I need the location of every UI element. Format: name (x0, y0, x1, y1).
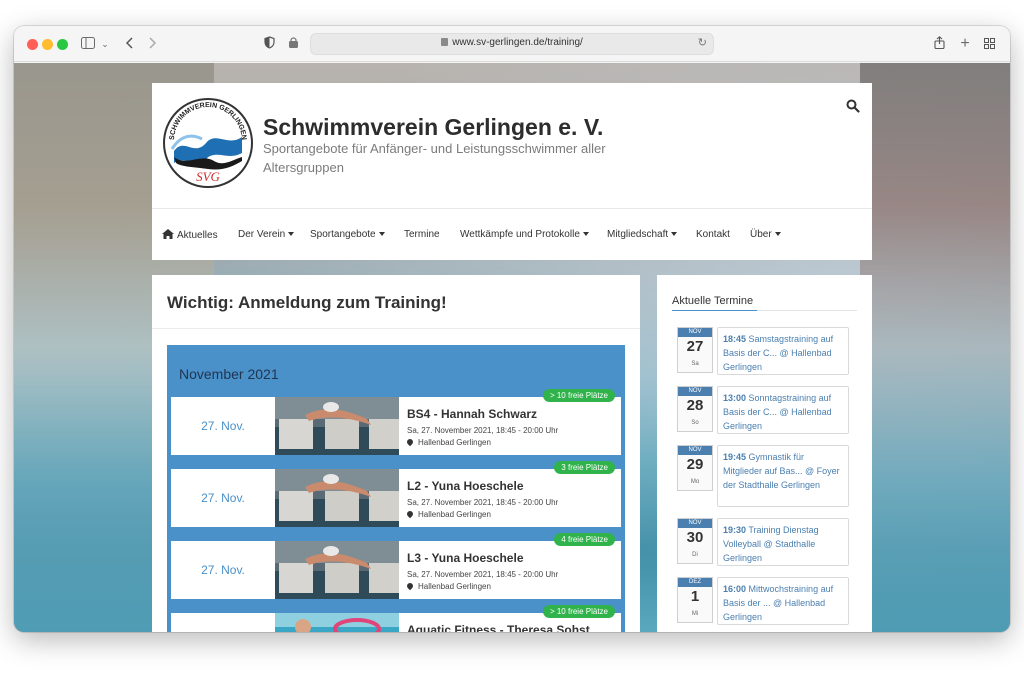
search-icon[interactable] (846, 99, 860, 113)
event-card[interactable]: Aquatic Fitness - Theresa Sohst > 10 fre… (171, 605, 621, 632)
forward-icon[interactable] (146, 34, 160, 54)
nav-item-mitgliedschaft[interactable]: Mitgliedschaft (607, 229, 678, 240)
date-badge: NOV 30 Di (677, 518, 713, 564)
caret-down-icon (378, 232, 385, 236)
event-link[interactable]: 19:45 Gymnastik für Mitglieder auf Bas..… (717, 445, 849, 507)
upcoming-event[interactable]: NOV 28 So 13:00 Sonntagstraining auf Bas… (677, 386, 857, 436)
event-link[interactable]: 18:45 Samstagstraining auf Basis der C..… (717, 327, 849, 375)
event-date: 27. Nov. (201, 419, 245, 433)
web-page: SVG SCHWIMMVEREIN GERLINGEN Schwimmverei… (14, 63, 1010, 632)
site-subtitle: Sportangebote für Anfänger- und Leistung… (263, 141, 606, 175)
upcoming-event[interactable]: NOV 30 Di 19:30 Training Dienstag Volley… (677, 518, 857, 568)
chevron-down-icon[interactable]: ⌄ (100, 34, 110, 54)
event-location: Hallenbad Gerlingen (405, 509, 491, 519)
caret-down-icon (582, 232, 589, 236)
nav-item-ueber[interactable]: Über (750, 229, 781, 240)
site-title[interactable]: Schwimmverein Gerlingen e. V. (263, 114, 603, 141)
address-bar[interactable]: www.sv-gerlingen.de/training/ ↻ (310, 33, 714, 55)
new-tab-icon[interactable]: + (958, 34, 972, 54)
upcoming-event[interactable]: NOV 27 Sa 18:45 Samstagstraining auf Bas… (677, 327, 857, 377)
sidebar-toggle-icon[interactable] (80, 34, 96, 54)
map-pin-icon (405, 509, 415, 519)
event-title[interactable]: L3 - Yuna Hoeschele (407, 551, 524, 565)
nav-item-aktuelles[interactable]: Aktuelles (162, 229, 218, 241)
logo-initials: SVG (196, 169, 220, 184)
event-image (275, 469, 399, 527)
lock-icon (441, 38, 449, 46)
nav-item-der-verein[interactable]: Der Verein (238, 229, 295, 240)
event-card[interactable]: 27. Nov. L2 - Yuna Hoeschele Sa, 27. Nov… (171, 461, 621, 527)
event-location: Hallenbad Gerlingen (405, 581, 491, 591)
event-time: Sa, 27. November 2021, 18:45 - 20:00 Uhr (407, 570, 559, 579)
map-pin-icon (405, 437, 415, 447)
club-logo[interactable]: SVG SCHWIMMVEREIN GERLINGEN (162, 97, 254, 189)
divider (757, 310, 857, 311)
free-spots-badge: 4 freie Plätze (554, 533, 615, 546)
page-title: Wichtig: Anmeldung zum Training! (167, 293, 447, 312)
event-title[interactable]: BS4 - Hannah Schwarz (407, 407, 537, 421)
event-date (171, 613, 275, 632)
close-window-button[interactable] (27, 39, 38, 50)
event-card[interactable]: 27. Nov. L3 - Yuna Hoeschele Sa, 27. Nov… (171, 533, 621, 599)
event-link[interactable]: 19:30 Training Dienstag Volleyball @ Sta… (717, 518, 849, 566)
nav-item-kontakt[interactable]: Kontakt (696, 229, 730, 240)
browser-toolbar: ⌄ www.sv-gerlingen.de/training/ ↻ + (14, 26, 1010, 62)
event-calendar: November 2021 27. Nov. BS4 - Hannah Schw… (167, 345, 625, 632)
event-image (275, 541, 399, 599)
main-content: Wichtig: Anmeldung zum Training! Novembe… (152, 275, 640, 632)
event-title[interactable]: Aquatic Fitness - Theresa Sohst (407, 623, 590, 632)
date-badge: NOV 28 So (677, 386, 713, 432)
browser-window: ⌄ www.sv-gerlingen.de/training/ ↻ + SVG … (14, 26, 1010, 632)
zoom-window-button[interactable] (57, 39, 68, 50)
date-badge: NOV 29 Mo (677, 445, 713, 491)
upcoming-event[interactable]: DEZ 1 Mi 16:00 Mittwochstraining auf Bas… (677, 577, 857, 627)
event-card[interactable]: 27. Nov. BS4 - Hannah Schwarz Sa, 27. No… (171, 389, 621, 455)
event-time: Sa, 27. November 2021, 18:45 - 20:00 Uhr (407, 426, 559, 435)
free-spots-badge: 3 freie Plätze (554, 461, 615, 474)
caret-down-icon (288, 232, 295, 236)
calendar-month: November 2021 (179, 366, 279, 382)
reload-icon[interactable]: ↻ (698, 36, 707, 49)
map-pin-icon (405, 581, 415, 591)
minimize-window-button[interactable] (42, 39, 53, 50)
event-link[interactable]: 16:00 Mittwochstraining auf Basis der ..… (717, 577, 849, 625)
nav-item-sportangebote[interactable]: Sportangebote (310, 229, 385, 240)
back-icon[interactable] (122, 34, 136, 54)
privacy-shield-icon[interactable] (262, 34, 276, 54)
event-image (275, 613, 399, 632)
sidebar: Aktuelle Termine NOV 27 Sa 18:45 Samstag… (657, 275, 872, 632)
nav-item-termine[interactable]: Termine (404, 229, 440, 240)
event-date: 27. Nov. (201, 563, 245, 577)
caret-down-icon (774, 232, 781, 236)
divider (672, 310, 757, 311)
event-image (275, 397, 399, 455)
event-location: Hallenbad Gerlingen (405, 437, 491, 447)
free-spots-badge: > 10 freie Plätze (542, 605, 615, 618)
tab-overview-icon[interactable] (982, 34, 996, 54)
date-badge: NOV 27 Sa (677, 327, 713, 373)
caret-down-icon (671, 232, 678, 236)
site-header: SVG SCHWIMMVEREIN GERLINGEN Schwimmverei… (152, 83, 872, 260)
sidebar-title: Aktuelle Termine (672, 295, 754, 307)
home-icon (162, 229, 174, 239)
free-spots-badge: > 10 freie Plätze (542, 389, 615, 402)
divider (152, 328, 640, 329)
event-title[interactable]: L2 - Yuna Hoeschele (407, 479, 524, 493)
main-navigation: Aktuelles Der Verein Sportangebote Termi… (152, 208, 872, 260)
date-badge: DEZ 1 Mi (677, 577, 713, 623)
upcoming-event[interactable]: NOV 29 Mo 19:45 Gymnastik für Mitglieder… (677, 445, 857, 507)
event-date: 27. Nov. (201, 491, 245, 505)
event-link[interactable]: 13:00 Sonntagstraining auf Basis der C..… (717, 386, 849, 434)
extension-icon[interactable] (286, 34, 300, 54)
nav-item-wettkaempfe[interactable]: Wettkämpfe und Protokolle (460, 229, 589, 240)
share-icon[interactable] (932, 34, 946, 54)
url-text: www.sv-gerlingen.de/training/ (452, 37, 583, 48)
event-time: Sa, 27. November 2021, 18:45 - 20:00 Uhr (407, 498, 559, 507)
